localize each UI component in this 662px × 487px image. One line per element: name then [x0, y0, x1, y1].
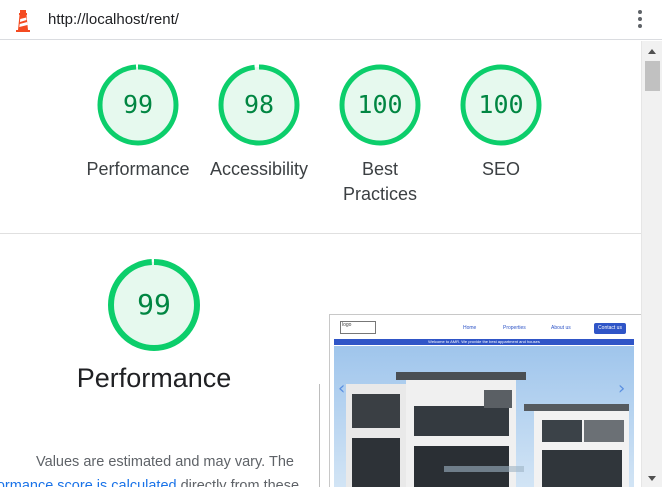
- thumb-nav-home: Home: [463, 325, 477, 331]
- thumb-banner: Welcome to AMR. We provide the best appa…: [334, 339, 634, 345]
- lighthouse-icon: [16, 10, 30, 32]
- report-content: 99 Performance 98 Accessibility 100 Best…: [0, 41, 641, 487]
- gauge-score: 100: [478, 90, 524, 119]
- thumb-nav-about: About us: [551, 325, 571, 331]
- performance-title: Performance: [76, 363, 232, 393]
- gauge-score: 99: [122, 90, 154, 119]
- gauge-label: Accessibility: [209, 159, 309, 179]
- gauge-seo[interactable]: 100 SEO: [441, 63, 561, 182]
- thumb-navbar: logo Home Properties About us Contact us: [330, 315, 641, 337]
- house-photo: [334, 346, 634, 487]
- description-line-2: rformance score is calculated directly f…: [0, 474, 299, 487]
- gauge-accessibility[interactable]: 98 Accessibility: [199, 63, 319, 182]
- thumb-nav-properties: Properties: [503, 325, 526, 331]
- gauge-label-line1: Best: [361, 159, 399, 179]
- scroll-down-arrow-icon[interactable]: [648, 476, 656, 481]
- gauge-best-practices[interactable]: 100 Best Practices: [320, 63, 440, 207]
- gauge-score: 100: [357, 90, 403, 119]
- score-gauges: 99 Performance 98 Accessibility 100 Best…: [0, 41, 641, 233]
- chevron-left-icon: ‹: [338, 378, 346, 399]
- performance-score: 99: [137, 288, 171, 321]
- vertical-divider: [319, 384, 320, 487]
- thumb-logo: logo: [340, 321, 376, 334]
- scrollbar[interactable]: [641, 41, 662, 487]
- performance-gauge: 99: [107, 258, 201, 352]
- gauge-score: 98: [243, 90, 275, 119]
- chevron-right-icon: ›: [618, 378, 626, 399]
- description-text: directly from these: [176, 478, 300, 487]
- description-line: Values are estimated and may vary. The: [36, 454, 294, 470]
- score-calculated-link[interactable]: rformance score is calculated: [0, 478, 177, 487]
- thumb-contact-button: Contact us: [594, 323, 626, 334]
- gauge-label: Best Practices: [320, 157, 440, 207]
- address-bar: http://localhost/rent/: [0, 0, 662, 40]
- gauge-label: Performance: [86, 159, 190, 179]
- gauge-label-line2: Practices: [342, 184, 418, 204]
- gauge-performance[interactable]: 99 Performance: [78, 63, 198, 182]
- gauge-label: SEO: [481, 159, 520, 179]
- more-vert-icon[interactable]: [636, 10, 644, 32]
- performance-description: Values are estimated and may vary. The r…: [0, 450, 330, 487]
- url-text[interactable]: http://localhost/rent/: [48, 11, 179, 28]
- scroll-up-arrow-icon[interactable]: [648, 49, 656, 54]
- scrollbar-thumb[interactable]: [645, 61, 660, 91]
- final-screenshot[interactable]: logo Home Properties About us Contact us…: [329, 314, 641, 487]
- section-divider: [0, 233, 641, 234]
